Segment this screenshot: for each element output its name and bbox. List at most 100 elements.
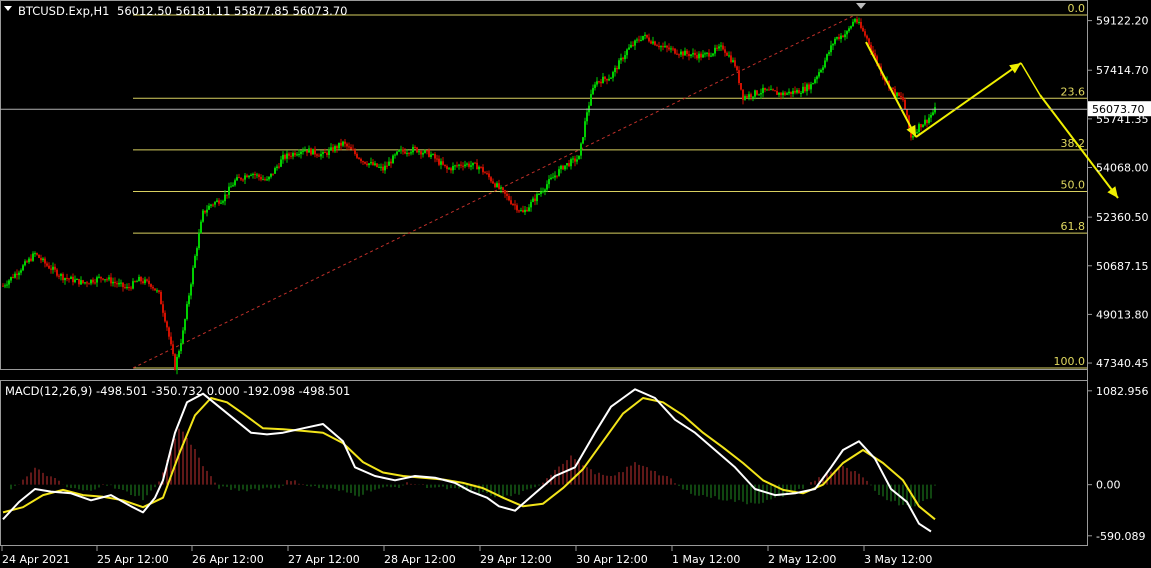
ohlc-readout: 56012.50 56181.11 55877.85 56073.70 <box>117 4 347 18</box>
candle-body <box>898 92 900 96</box>
candle-body <box>558 169 560 176</box>
candle-body <box>784 92 786 95</box>
candle-body <box>808 84 810 90</box>
time-tick-label: 26 Apr 12:00 <box>192 553 264 566</box>
candle-body <box>350 146 352 150</box>
candle-body <box>668 47 670 50</box>
candle-body <box>372 162 374 166</box>
candle-body <box>110 277 112 284</box>
candle-body <box>562 165 564 170</box>
candle-body <box>200 221 202 234</box>
fibonacci-levels[interactable]: 0.023.638.250.061.8100.0 <box>132 2 1087 369</box>
trading-chart[interactable]: 0.023.638.250.061.8100.0 59122.2057414.7… <box>0 0 1151 568</box>
candle-body <box>508 195 510 201</box>
symbol-menu-icon[interactable] <box>4 6 12 11</box>
candle-body <box>132 281 134 289</box>
candle-body <box>6 284 8 286</box>
candle-body <box>464 164 466 167</box>
candle-body <box>190 284 192 296</box>
candle-body <box>844 34 846 38</box>
candle-body <box>270 173 272 177</box>
candle-body <box>388 161 390 166</box>
candle-body <box>920 124 922 128</box>
candle-body <box>378 166 380 168</box>
candle-body <box>658 45 660 48</box>
candle-body <box>700 53 702 58</box>
candle-body <box>652 41 654 44</box>
candle-body <box>224 194 226 202</box>
candle-body <box>358 157 360 159</box>
candle-body <box>486 173 488 175</box>
candle-body <box>304 150 306 152</box>
candle-body <box>390 161 392 164</box>
candle-body <box>128 287 130 289</box>
candle-body <box>546 184 548 190</box>
candle-body <box>568 163 570 167</box>
candle-body <box>138 276 140 282</box>
candle-body <box>740 83 742 90</box>
candle-body <box>570 159 572 167</box>
candle-body <box>868 38 870 45</box>
candle-body <box>816 76 818 80</box>
candle-body <box>368 163 370 166</box>
candle-body <box>298 154 300 156</box>
candle-body <box>58 275 60 277</box>
candle-body <box>852 21 854 27</box>
macd-tick-label: 0.00 <box>1096 479 1121 492</box>
candle-body <box>196 248 198 256</box>
current-price-label: 56073.70 <box>1092 103 1145 116</box>
candle-body <box>342 141 344 146</box>
candle-body <box>158 290 160 292</box>
candle-body <box>108 277 110 280</box>
candle-body <box>864 31 866 36</box>
candle-body <box>430 154 432 157</box>
candle-body <box>254 174 256 176</box>
candle-body <box>234 180 236 186</box>
candle-body <box>662 46 664 48</box>
candle-body <box>798 90 800 94</box>
candle-body <box>702 54 704 58</box>
candle-body <box>924 119 926 125</box>
candle-body <box>488 173 490 178</box>
candle-body <box>716 47 718 49</box>
time-axis: 24 Apr 2021 25 Apr 12:00 26 Apr 12:00 27 Ap… <box>1 546 932 566</box>
candle-body <box>586 112 588 122</box>
candle-body <box>622 57 624 60</box>
candle-body <box>8 280 10 285</box>
candle-body <box>194 255 196 268</box>
projection-arrow-up <box>915 62 1022 138</box>
candle-body <box>896 92 898 97</box>
candle-body <box>650 41 652 44</box>
candle-body <box>832 43 834 46</box>
candle-body <box>282 154 284 160</box>
candle-body <box>904 99 906 110</box>
candle-body <box>616 67 618 70</box>
candle-body <box>276 166 278 169</box>
candle-body <box>12 276 14 278</box>
candle-body <box>136 281 138 283</box>
candle-body <box>642 35 644 40</box>
candle-body <box>340 142 342 146</box>
candle-body <box>550 177 552 180</box>
candle-body <box>822 67 824 70</box>
candle-body <box>912 136 914 138</box>
candle-body <box>242 179 244 181</box>
candle-body <box>794 90 796 93</box>
candle-body <box>812 83 814 85</box>
candle-body <box>686 50 688 54</box>
candle-body <box>164 312 166 322</box>
candle-body <box>560 165 562 170</box>
candle-body <box>46 263 48 266</box>
candle-body <box>564 165 566 170</box>
candle-body <box>102 278 104 280</box>
candle-body <box>734 60 736 67</box>
candle-body <box>528 207 530 212</box>
candle-body <box>530 201 532 208</box>
price-axis: 59122.2057414.7055741.3554068.0052360.50… <box>0 15 1151 370</box>
price-pane-frame <box>0 0 1088 370</box>
candle-body <box>426 150 428 152</box>
candle-body <box>796 90 798 93</box>
candle-body <box>176 356 178 370</box>
projection-arrows[interactable] <box>865 41 1119 199</box>
candle-body <box>384 165 386 171</box>
